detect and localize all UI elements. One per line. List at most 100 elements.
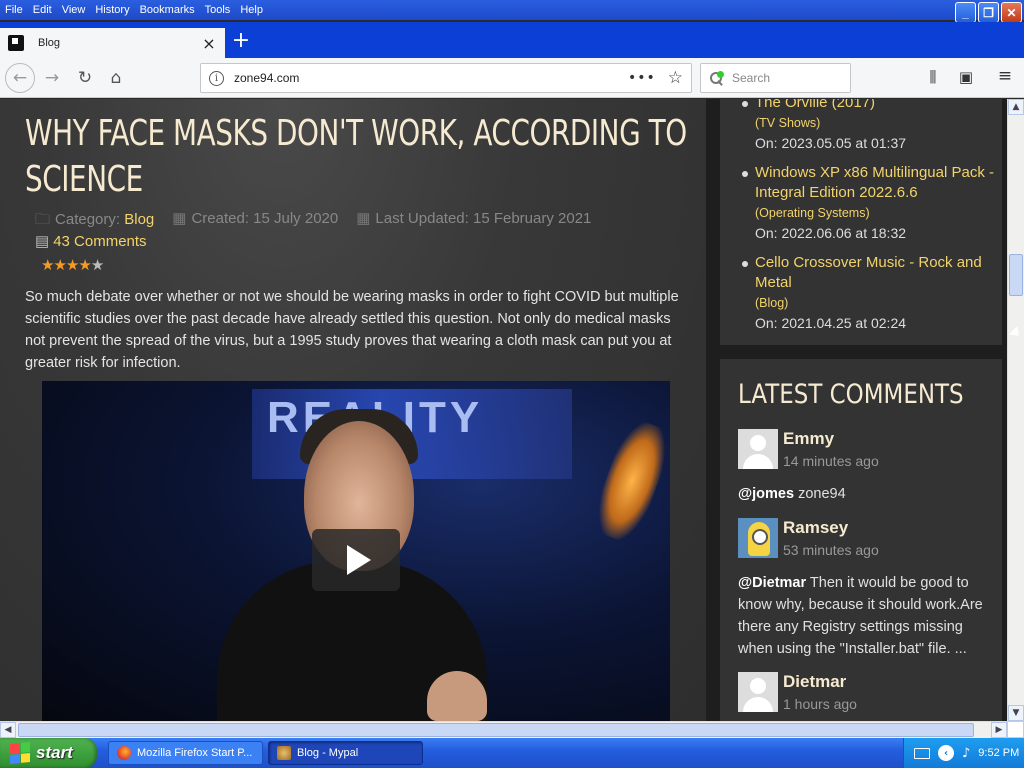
site-favicon-icon: [8, 35, 24, 51]
menu-view[interactable]: View: [57, 4, 91, 16]
tab-strip: Blog × +: [0, 22, 1024, 58]
comment-text[interactable]: @jomes zone94: [738, 483, 986, 505]
tab-title: Blog: [38, 37, 61, 49]
menu-tools[interactable]: Tools: [200, 4, 236, 16]
star-icon[interactable]: ★: [91, 256, 104, 274]
updated-date: Last Updated: 15 February 2021: [375, 210, 592, 227]
scroll-down-icon[interactable]: ▼: [1008, 705, 1024, 721]
taskbar-item-firefox[interactable]: Mozilla Firefox Start P...: [108, 741, 263, 765]
star-icon[interactable]: ★: [41, 256, 54, 274]
comment-author[interactable]: Emmy: [783, 429, 834, 449]
back-icon[interactable]: ←: [5, 63, 35, 93]
window-controls: _ ❐ ✕: [955, 2, 1022, 23]
list-item: The Orville (2017) (TV Shows) On: 2023.0…: [740, 99, 995, 153]
hamburger-menu-icon[interactable]: ≡: [994, 66, 1016, 86]
star-icon[interactable]: ★: [53, 256, 66, 274]
latest-comments-heading: LATEST COMMENTS: [738, 379, 964, 410]
created-meta: ▦ Created: 15 July 2020: [172, 209, 338, 234]
recent-item-category[interactable]: (Blog): [755, 293, 995, 313]
video-player[interactable]: REALITY: [42, 381, 670, 721]
taskbar-item-label: Mozilla Firefox Start P...: [137, 747, 253, 759]
scroll-right-icon[interactable]: ▶: [991, 722, 1007, 738]
menu-help[interactable]: Help: [235, 4, 268, 16]
home-icon[interactable]: ⌂: [102, 64, 130, 92]
forward-icon[interactable]: →: [38, 64, 66, 92]
comment-author[interactable]: Dietmar: [783, 672, 846, 692]
tab-close-icon[interactable]: ×: [201, 34, 217, 53]
recent-item-date: On: 2022.06.06 at 18:32: [755, 225, 907, 241]
comment-time: 53 minutes ago: [783, 542, 879, 558]
vertical-scroll-thumb[interactable]: [1009, 254, 1023, 296]
restore-button[interactable]: ❐: [978, 2, 999, 23]
play-button[interactable]: [312, 529, 400, 591]
comment-icon: ▤: [35, 233, 50, 250]
scroll-left-icon[interactable]: ◀: [0, 722, 16, 738]
search-input[interactable]: Search: [700, 63, 851, 93]
recent-item-category[interactable]: (TV Shows): [755, 113, 995, 133]
taskbar-item-mypal[interactable]: Blog - Mypal: [268, 741, 423, 765]
star-icon[interactable]: ★: [78, 256, 91, 274]
start-button[interactable]: start: [0, 738, 97, 768]
recent-item-title[interactable]: Cello Crossover Music - Rock and Metal: [755, 253, 995, 293]
page-actions-icon[interactable]: •••: [628, 70, 656, 86]
firefox-icon: [117, 746, 131, 760]
article-meta: 🗀 Category: Blog ▦ Created: 15 July 2020 ▦…: [35, 209, 591, 234]
vertical-scrollbar[interactable]: ▲ ▼: [1007, 99, 1024, 721]
latest-comments-panel: LATEST COMMENTS Emmy 14 minutes ago @jom…: [720, 359, 1002, 721]
site-info-icon[interactable]: i: [209, 70, 224, 86]
comment-author[interactable]: Ramsey: [783, 518, 848, 538]
url-bar[interactable]: i zone94.com ••• ☆: [200, 63, 692, 93]
menu-bookmarks[interactable]: Bookmarks: [135, 4, 200, 16]
updated-meta: ▦ Last Updated: 15 February 2021: [356, 209, 591, 234]
url-text[interactable]: zone94.com: [234, 71, 628, 85]
scroll-up-icon[interactable]: ▲: [1008, 99, 1024, 115]
star-icon[interactable]: ★: [66, 256, 79, 274]
menu-file[interactable]: File: [0, 4, 28, 16]
minimize-button[interactable]: _: [955, 2, 976, 23]
horizontal-scrollbar[interactable]: ◀ ▶: [0, 721, 1007, 738]
bookmark-star-icon[interactable]: ☆: [668, 68, 683, 88]
comment-mention: @jomes: [738, 486, 795, 502]
mypal-icon: [277, 746, 291, 760]
play-icon: [347, 545, 371, 575]
rating-stars[interactable]: ★★★★★: [41, 256, 104, 274]
category-link[interactable]: Blog: [124, 211, 154, 228]
menu-bar: File Edit View History Bookmarks Tools H…: [0, 0, 1024, 23]
search-icon: [709, 70, 724, 86]
calendar-icon: ▦: [172, 210, 187, 227]
article-title[interactable]: WHY FACE MASKS DON'T WORK, ACCORDING TO …: [25, 111, 696, 203]
video-light: [587, 416, 670, 546]
list-item: Windows XP x86 Multilingual Pack - Integ…: [740, 163, 995, 243]
clock[interactable]: 9:52 PM: [978, 747, 1019, 759]
library-icon[interactable]: ⫼: [922, 68, 944, 86]
volume-icon[interactable]: ♪: [962, 746, 970, 761]
recent-items-list: The Orville (2017) (TV Shows) On: 2023.0…: [740, 99, 995, 343]
comment-time: 1 hours ago: [783, 696, 857, 712]
calendar-icon: ▦: [356, 210, 371, 227]
reload-icon[interactable]: ↻: [71, 64, 99, 92]
recent-item-title[interactable]: Windows XP x86 Multilingual Pack - Integ…: [755, 163, 995, 203]
nav-bar: ← → ↻ ⌂ i zone94.com ••• ☆ Search ⫼ ▣ ≡: [0, 58, 1024, 98]
avatar: [738, 672, 778, 712]
keyboard-icon[interactable]: [914, 747, 930, 759]
page-content: WHY FACE MASKS DON'T WORK, ACCORDING TO …: [0, 99, 1007, 721]
tab-blog[interactable]: Blog ×: [0, 28, 225, 58]
system-tray: ‹ ♪ 9:52 PM: [903, 738, 1024, 768]
menu-history[interactable]: History: [90, 4, 134, 16]
avatar: [738, 429, 778, 469]
recent-item-title[interactable]: The Orville (2017): [755, 99, 995, 113]
recent-item-category[interactable]: (Operating Systems): [755, 203, 995, 223]
show-hidden-icons-icon[interactable]: ‹: [938, 745, 954, 761]
comments-count[interactable]: 43 Comments: [53, 233, 146, 250]
menu-edit[interactable]: Edit: [28, 4, 57, 16]
horizontal-scroll-thumb[interactable]: [18, 723, 974, 737]
comments-count-link[interactable]: ▤ 43 Comments: [35, 232, 147, 250]
sidebar-toggle-icon[interactable]: ▣: [955, 68, 977, 86]
recent-item-date: On: 2023.05.05 at 01:37: [755, 135, 907, 151]
comment-text[interactable]: @Dietmar Then it would be good to know w…: [738, 572, 986, 660]
avatar: [738, 518, 778, 558]
close-window-button[interactable]: ✕: [1001, 2, 1022, 23]
comment-body: zone94: [794, 486, 846, 502]
new-tab-button[interactable]: +: [230, 29, 252, 53]
taskbar-item-label: Blog - Mypal: [297, 747, 359, 759]
